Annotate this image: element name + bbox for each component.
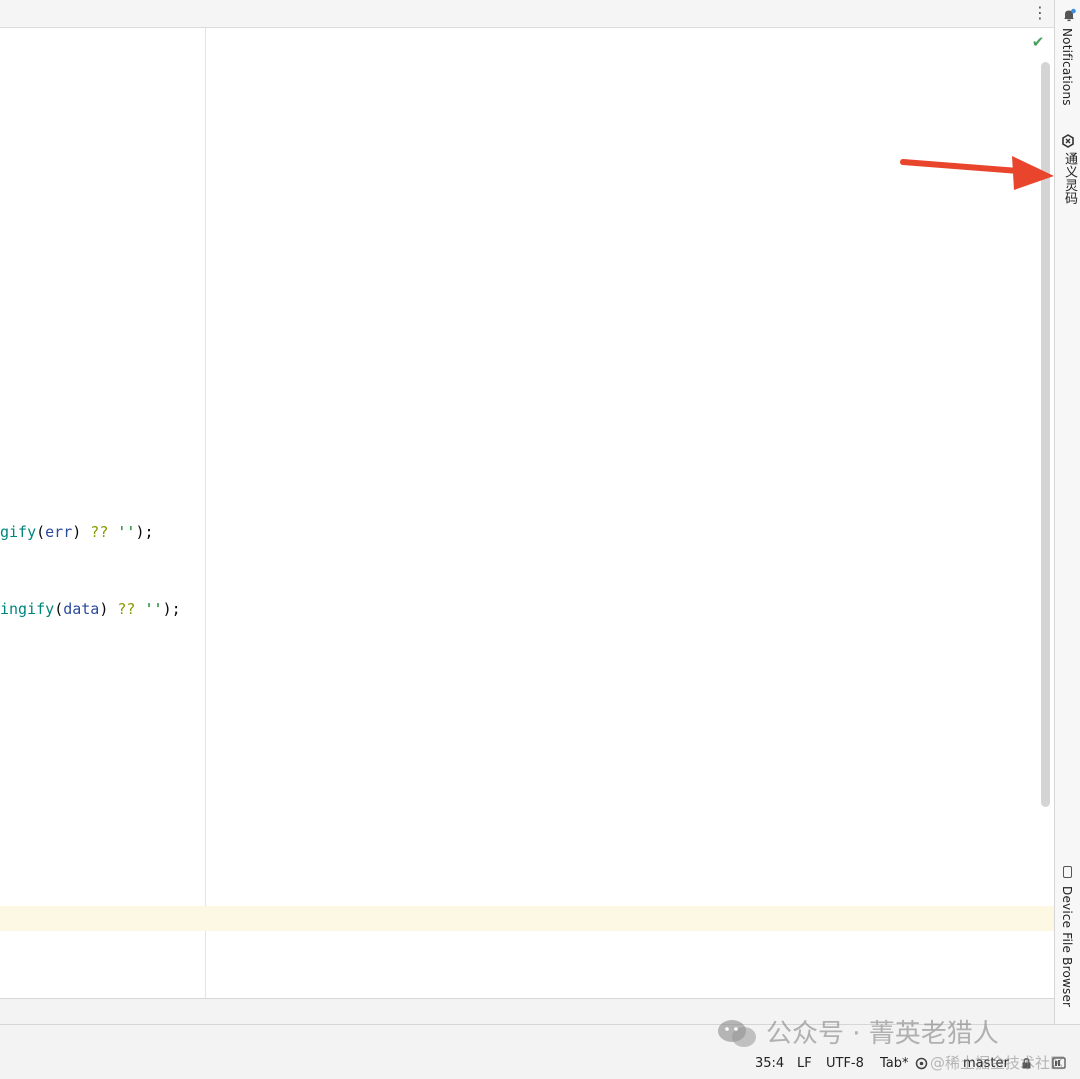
watermark-text: 公众号 · 菁英老猎人 bbox=[766, 1019, 999, 1049]
device-file-browser-tool-button[interactable]: Device File Browser bbox=[1060, 886, 1074, 1007]
bell-icon bbox=[1064, 8, 1076, 22]
indent-setting[interactable]: Tab* bbox=[880, 1055, 909, 1073]
current-line-highlight bbox=[0, 906, 1054, 931]
code-line-err: gify(err) ?? ''); bbox=[0, 523, 154, 541]
notifications-tool-button[interactable]: Notifications bbox=[1060, 28, 1074, 106]
file-encoding[interactable]: UTF-8 bbox=[826, 1055, 864, 1073]
tongyi-lingma-tool-button[interactable]: 通义灵码 bbox=[1060, 152, 1079, 205]
watermark-subtext: @稀土掘金技术社区 bbox=[930, 1054, 1066, 1072]
editor-tab-bar: ⋮ bbox=[0, 0, 1054, 28]
red-arrow-annotation bbox=[900, 156, 1054, 190]
code-line-data: ingify(data) ?? ''); bbox=[0, 600, 181, 618]
tongyi-lingma-icon bbox=[1062, 134, 1074, 148]
more-options-icon[interactable]: ⋮ bbox=[1030, 3, 1050, 23]
wechat-watermark-icon bbox=[718, 1020, 756, 1047]
ai-assistant-status-icon[interactable] bbox=[915, 1057, 928, 1070]
no-problems-check-icon[interactable]: ✔ bbox=[1030, 34, 1046, 50]
code-editor[interactable]: ✔ gify(err) ?? ''); ingify(data) ?? ''); bbox=[0, 28, 1054, 998]
indent-guide bbox=[205, 28, 206, 998]
caret-position[interactable]: 35:4 bbox=[755, 1055, 784, 1073]
line-ending[interactable]: LF bbox=[797, 1055, 812, 1073]
device-icon bbox=[1063, 866, 1072, 878]
